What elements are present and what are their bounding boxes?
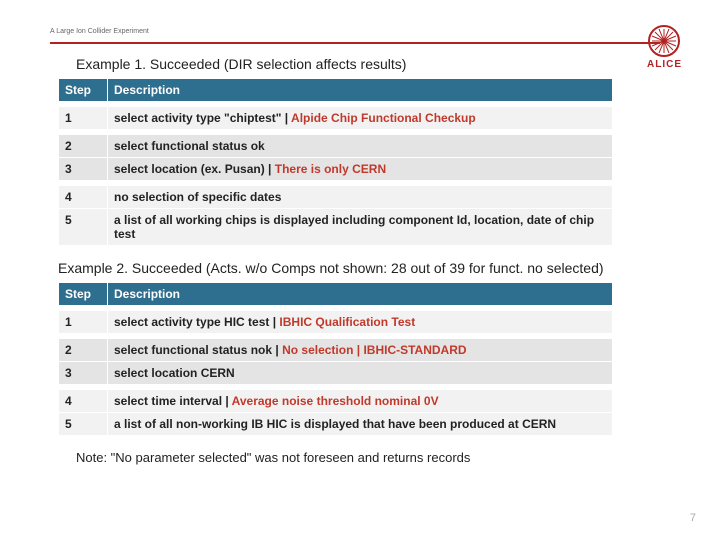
header-rule [50, 42, 660, 44]
col-desc: Description [108, 79, 613, 102]
table-row: 5 a list of all non-working IB HIC is di… [59, 413, 613, 436]
example2-table: Step Description 1 select activity type … [58, 282, 613, 436]
header-small-text: A Large Ion Collider Experiment [50, 28, 149, 35]
col-step: Step [59, 79, 108, 102]
col-desc: Description [108, 283, 613, 306]
table-row: 2 select functional status ok [59, 135, 613, 158]
table-row: 3 select location (ex. Pusan) | There is… [59, 158, 613, 181]
example2-note: Note: "No parameter selected" was not fo… [76, 450, 690, 465]
example2-title: Example 2. Succeeded (Acts. w/o Comps no… [58, 260, 690, 276]
page-number: 7 [690, 512, 696, 524]
table-row: 4 select time interval | Average noise t… [59, 390, 613, 413]
table-row: 5 a list of all working chips is display… [59, 209, 613, 246]
example1-table: Step Description 1 select activity type … [58, 78, 613, 246]
table-row: 2 select functional status nok | No sele… [59, 339, 613, 362]
table-row: 1 select activity type HIC test | IBHIC … [59, 311, 613, 334]
col-step: Step [59, 283, 108, 306]
table-row: 3 select location CERN [59, 362, 613, 385]
table-row: 1 select activity type "chiptest" | Alpi… [59, 107, 613, 130]
table-row: 4 no selection of specific dates [59, 186, 613, 209]
example1-title: Example 1. Succeeded (DIR selection affe… [76, 56, 690, 72]
